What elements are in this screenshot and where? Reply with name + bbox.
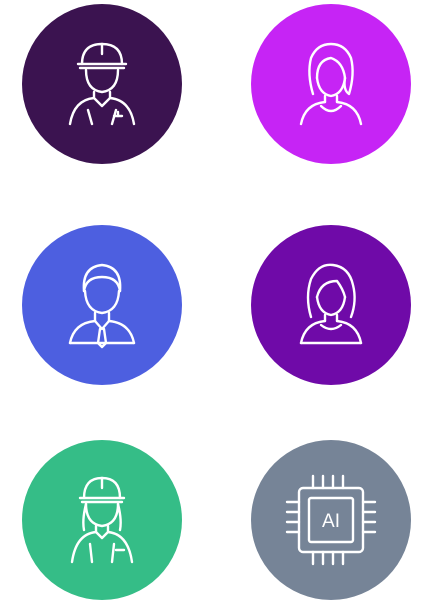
- female-construction-worker-icon: [70, 476, 134, 564]
- ai-chip-icon: AI: [285, 474, 377, 566]
- avatar-woman-2: [251, 225, 411, 385]
- construction-worker-icon: [68, 42, 136, 126]
- avatar-businessman: [22, 225, 182, 385]
- woman-icon: [299, 42, 363, 126]
- businessman-icon: [68, 263, 136, 349]
- avatar-female-construction-worker: [22, 440, 182, 600]
- avatar-ai-chip: AI: [251, 440, 411, 600]
- avatar-woman-1: [251, 4, 411, 164]
- ai-label: AI: [322, 511, 340, 532]
- woman-icon: [299, 263, 363, 345]
- avatar-construction-worker: [22, 4, 182, 164]
